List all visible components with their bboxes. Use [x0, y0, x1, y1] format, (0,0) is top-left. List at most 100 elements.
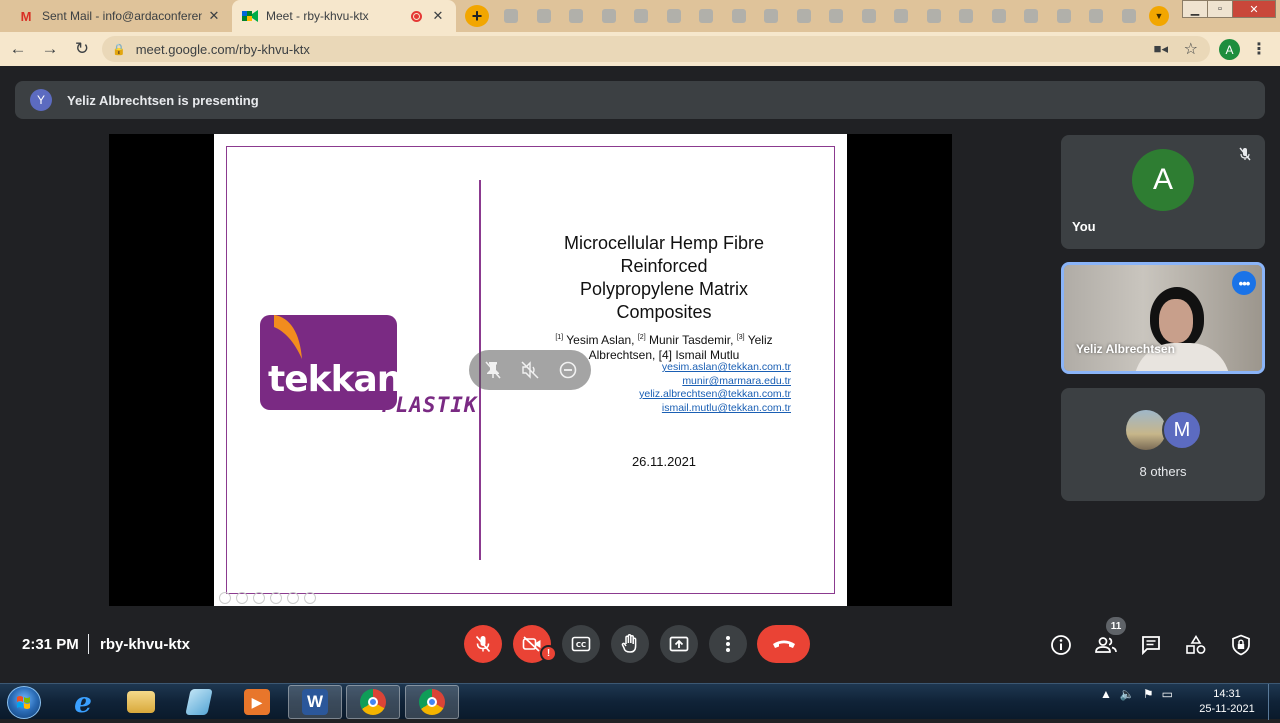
- camera-off-icon: [522, 636, 541, 652]
- show-everyone-button[interactable]: [1093, 632, 1119, 658]
- pin-off-icon[interactable]: [479, 356, 507, 384]
- footer-divider: [88, 634, 89, 654]
- background-tab[interactable]: [625, 6, 658, 26]
- participant-count-badge: 11: [1106, 617, 1126, 635]
- browser-menu-icon[interactable]: ⋮: [1251, 38, 1267, 60]
- windows-start-button[interactable]: [7, 686, 41, 719]
- host-controls-button[interactable]: [1228, 632, 1254, 658]
- mini-grid-icon[interactable]: [270, 592, 282, 604]
- chat-button[interactable]: [1138, 632, 1164, 658]
- raise-hand-button[interactable]: [611, 625, 649, 663]
- meeting-details-button[interactable]: [1048, 632, 1074, 658]
- background-tab[interactable]: [528, 6, 561, 26]
- captions-button[interactable]: CC: [562, 625, 600, 663]
- background-tab[interactable]: [983, 6, 1016, 26]
- background-tab[interactable]: [820, 6, 853, 26]
- back-arrow-icon[interactable]: ←: [4, 35, 32, 63]
- bookmark-star-icon[interactable]: ☆: [1184, 39, 1198, 59]
- author-email: ismail.mutlu@tekkan.com.tr: [661, 402, 791, 414]
- closed-captions-icon: CC: [571, 636, 591, 652]
- background-tab[interactable]: [885, 6, 918, 26]
- more-options-button[interactable]: [709, 625, 747, 663]
- mini-more-icon[interactable]: [304, 592, 316, 604]
- background-tab[interactable]: [560, 6, 593, 26]
- background-tab[interactable]: [788, 6, 821, 26]
- url-text[interactable]: meet.google.com/rby-khvu-ktx: [136, 42, 310, 57]
- slide-title: Microcellular Hemp Fibre Reinforced Poly…: [539, 232, 789, 324]
- taskbar-file-explorer[interactable]: [114, 685, 168, 719]
- mini-prev-icon[interactable]: [219, 592, 231, 604]
- microphone-toggle-button[interactable]: [464, 625, 502, 663]
- mute-for-me-icon[interactable]: [516, 356, 544, 384]
- show-desktop-button[interactable]: [1268, 684, 1280, 720]
- author-email: yeliz.albrechtsen@tekkan.com.tr: [639, 388, 791, 400]
- new-tab-button[interactable]: +: [465, 5, 489, 27]
- system-clock[interactable]: 14:31 25-11-2021: [1195, 687, 1259, 717]
- windows-taskbar: e ▶ W ▲ 🔈 ⚑ ▭ 14:31 25-11-2021: [0, 683, 1280, 720]
- camera-warning-badge: !: [540, 645, 557, 662]
- background-tab[interactable]: [690, 6, 723, 26]
- meet-icon: [242, 8, 258, 24]
- taskbar-chrome-profile[interactable]: [346, 685, 400, 719]
- participant-tile-presenter[interactable]: ••• Yeliz Albrechtsen: [1061, 262, 1265, 374]
- show-hidden-icons-icon[interactable]: ▲: [1100, 687, 1112, 701]
- app-icon: [185, 689, 213, 715]
- word-icon: W: [302, 689, 328, 715]
- background-tab[interactable]: [918, 6, 951, 26]
- tab-gmail[interactable]: M Sent Mail - info@ardaconference ✕: [8, 0, 232, 32]
- others-count-label: 8 others: [1139, 464, 1187, 479]
- speaker-icon[interactable]: 🔈: [1120, 687, 1135, 701]
- recording-indicator-icon: [411, 10, 422, 22]
- lock-icon: 🔒: [112, 43, 126, 56]
- background-tab[interactable]: [950, 6, 983, 26]
- tab-search-chevron-icon[interactable]: ▼: [1149, 6, 1169, 26]
- background-tab[interactable]: [1015, 6, 1048, 26]
- remove-minus-circle-icon[interactable]: [554, 356, 582, 384]
- background-tab[interactable]: [658, 6, 691, 26]
- profile-avatar[interactable]: A: [1219, 39, 1240, 60]
- logo-swoosh-icon: [274, 315, 302, 359]
- participant-tile-others[interactable]: M 8 others: [1061, 388, 1265, 501]
- author-name: Yesim Aslan,: [563, 333, 638, 347]
- mini-zoom-icon[interactable]: [287, 592, 299, 604]
- maximize-button[interactable]: ▫: [1207, 0, 1233, 18]
- taskbar-app[interactable]: [172, 685, 226, 719]
- background-tab[interactable]: [1113, 6, 1146, 26]
- background-tab[interactable]: [723, 6, 756, 26]
- you-label: You: [1072, 219, 1096, 234]
- tab-meet[interactable]: Meet - rby-khvu-ktx ✕: [232, 0, 456, 32]
- reload-icon[interactable]: ↻: [68, 35, 96, 63]
- other-participant-photo-avatar: [1126, 410, 1166, 450]
- taskbar-chrome[interactable]: [405, 685, 459, 719]
- address-bar[interactable]: 🔒 meet.google.com/rby-khvu-ktx ■◂ ☆: [102, 36, 1210, 62]
- close-tab-icon[interactable]: ✕: [430, 8, 446, 24]
- close-window-button[interactable]: ✕: [1232, 0, 1276, 18]
- affiliation-mark: [3]: [736, 334, 745, 341]
- close-tab-icon[interactable]: ✕: [206, 8, 222, 24]
- leave-call-button[interactable]: [757, 625, 810, 663]
- mini-next-icon[interactable]: [236, 592, 248, 604]
- network-icon[interactable]: ▭: [1162, 687, 1173, 701]
- mini-pen-icon[interactable]: [253, 592, 265, 604]
- activities-button[interactable]: [1183, 632, 1209, 658]
- other-participant-avatar: M: [1162, 410, 1202, 450]
- minimize-button[interactable]: ▁: [1182, 0, 1208, 18]
- forward-arrow-icon[interactable]: →: [36, 35, 64, 63]
- title-line: Composites: [616, 302, 712, 322]
- background-tab[interactable]: [1048, 6, 1081, 26]
- taskbar-word[interactable]: W: [288, 685, 342, 719]
- background-tab[interactable]: [495, 6, 528, 26]
- background-tab[interactable]: [593, 6, 626, 26]
- background-tab[interactable]: [853, 6, 886, 26]
- present-now-button[interactable]: [660, 625, 698, 663]
- background-tab[interactable]: [1080, 6, 1113, 26]
- author-name: Munir Tasdemir,: [645, 333, 737, 347]
- action-center-flag-icon[interactable]: ⚑: [1143, 687, 1154, 701]
- background-tab[interactable]: [755, 6, 788, 26]
- more-options-icon[interactable]: •••: [1232, 271, 1256, 295]
- taskbar-media-player[interactable]: ▶: [230, 685, 284, 719]
- participant-tile-you[interactable]: A You: [1061, 135, 1265, 249]
- background-tabs: [495, 6, 1145, 26]
- camera-in-use-icon[interactable]: ■◂: [1154, 41, 1168, 57]
- taskbar-internet-explorer[interactable]: e: [56, 685, 110, 719]
